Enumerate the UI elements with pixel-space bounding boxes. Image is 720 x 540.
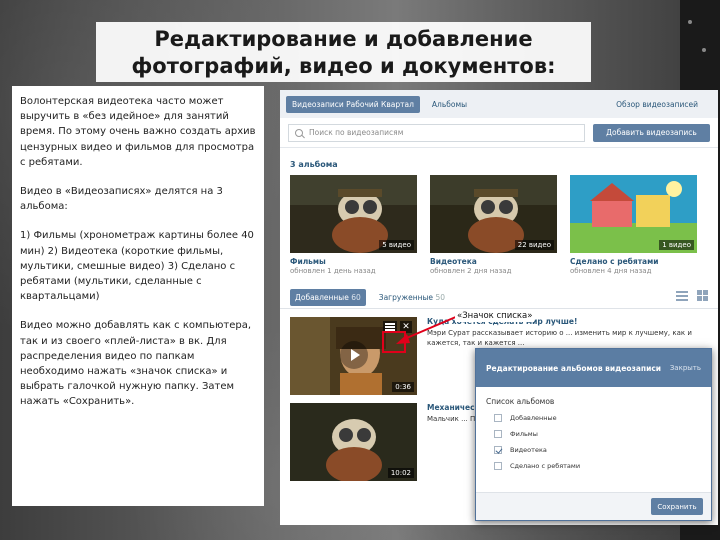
paragraph-list: 1) Фильмы (хронометраж картины более 40 … [20,230,254,303]
dialog-subtitle: Список альбомов [486,397,555,406]
tab-videos[interactable]: Видеозаписи Рабочий Квартал [286,95,420,113]
video-thumbnail[interactable]: ✕ 0:36 [290,317,417,395]
save-button[interactable]: Сохранить [651,498,703,515]
search-input[interactable]: Поиск по видеозаписям [288,123,585,142]
album-card[interactable]: 1 видео Сделано с ребятами обновлен 4 дн… [570,175,697,275]
album-date: обновлен 2 дня назад [430,267,512,275]
vk-tabbar: Видеозаписи Рабочий Квартал Альбомы Обзо… [280,90,718,118]
album-option[interactable]: Фильмы [476,426,711,442]
callout-label: «Значок списка» [455,310,535,322]
album-name[interactable]: Видеотека [430,257,557,266]
albums-row: 5 видео Фильмы обновлен 1 день назад 22 … [280,175,718,275]
search-placeholder: Поиск по видеозаписям [309,128,404,137]
album-name[interactable]: Сделано с ребятами [570,257,697,266]
tab-albums[interactable]: Альбомы [426,96,473,113]
paragraph-albums: Видео в «Видеозаписях» делятся на 3 альб… [20,186,223,213]
paragraph-howto: Видео можно добавлять как с компьютера, … [20,320,252,408]
list-view-icon[interactable] [676,291,688,301]
album-checkbox[interactable] [494,430,502,438]
grid-view-icon[interactable] [697,290,708,301]
album-date: обновлен 1 день назад [290,267,376,275]
album-count: 1 видео [659,240,694,250]
dialog-title: Редактирование альбомов видеозаписи [486,363,662,373]
album-option-label: Видеотека [510,446,547,454]
add-video-button[interactable]: Добавить видеозапись [593,123,710,142]
video-tabs: Добавленные 60 Загруженные 50 [280,275,718,309]
search-row: Поиск по видеозаписям Добавить видеозапи… [280,118,718,148]
album-thumbnail[interactable]: 5 видео [290,175,417,253]
album-thumbnail[interactable]: 1 видео [570,175,697,253]
text-panel: Волонтерская видеотека часто может выруч… [12,86,264,506]
video-thumbnail[interactable]: 10:02 [290,403,417,481]
tab-added[interactable]: Добавленные 60 [290,289,366,306]
album-checkbox[interactable] [494,462,502,470]
album-checkbox-checked[interactable] [494,446,502,454]
list-icon[interactable] [383,321,397,333]
album-option[interactable]: Сделано с ребятами [476,458,711,474]
video-description: Мэри Сурат рассказывает историю о ... из… [427,329,692,347]
album-count: 22 видео [514,240,554,250]
video-duration: 10:02 [387,468,414,478]
album-card[interactable]: 5 видео Фильмы обновлен 1 день назад [290,175,417,275]
album-option-label: Добавленные [510,414,557,422]
album-option-label: Сделано с ребятами [510,462,581,470]
dialog-close-link[interactable]: Закрыть [670,364,701,372]
album-thumbnail[interactable]: 22 видео [430,175,557,253]
album-date: обновлен 4 дня назад [570,267,652,275]
video-duration: 0:36 [392,382,414,392]
dialog-footer: Сохранить [476,492,711,520]
title-line-2: фотографий, видео и документов: [131,54,556,78]
album-checkbox[interactable] [494,414,502,422]
album-option[interactable]: Добавленные [476,410,711,426]
album-count: 5 видео [379,240,414,250]
tab-added-count: 60 [351,293,361,302]
paragraph-intro: Волонтерская видеотека часто может выруч… [20,96,256,168]
title-line-1: Редактирование и добавление [154,27,533,51]
tab-uploaded[interactable]: Загруженные 50 [374,289,450,306]
edit-albums-dialog: Редактирование альбомов видеозаписи Закр… [475,348,712,521]
slide-title: Редактирование и добавление фотографий, … [96,22,591,82]
close-icon[interactable]: ✕ [400,321,412,333]
album-name[interactable]: Фильмы [290,257,417,266]
tab-overview[interactable]: Обзор видеозаписей [610,96,704,113]
album-option[interactable]: Видеотека [476,442,711,458]
tab-uploaded-label: Загруженные [378,293,434,302]
dialog-header: Редактирование альбомов видеозаписи Закр… [476,349,711,387]
tab-uploaded-count: 50 [435,293,445,302]
tab-added-label: Добавленные [295,293,349,302]
play-icon[interactable] [340,341,368,369]
search-icon [295,128,303,137]
album-card[interactable]: 22 видео Видеотека обновлен 2 дня назад [430,175,557,275]
albums-heading: 3 альбома [290,160,338,169]
album-option-label: Фильмы [510,430,538,438]
